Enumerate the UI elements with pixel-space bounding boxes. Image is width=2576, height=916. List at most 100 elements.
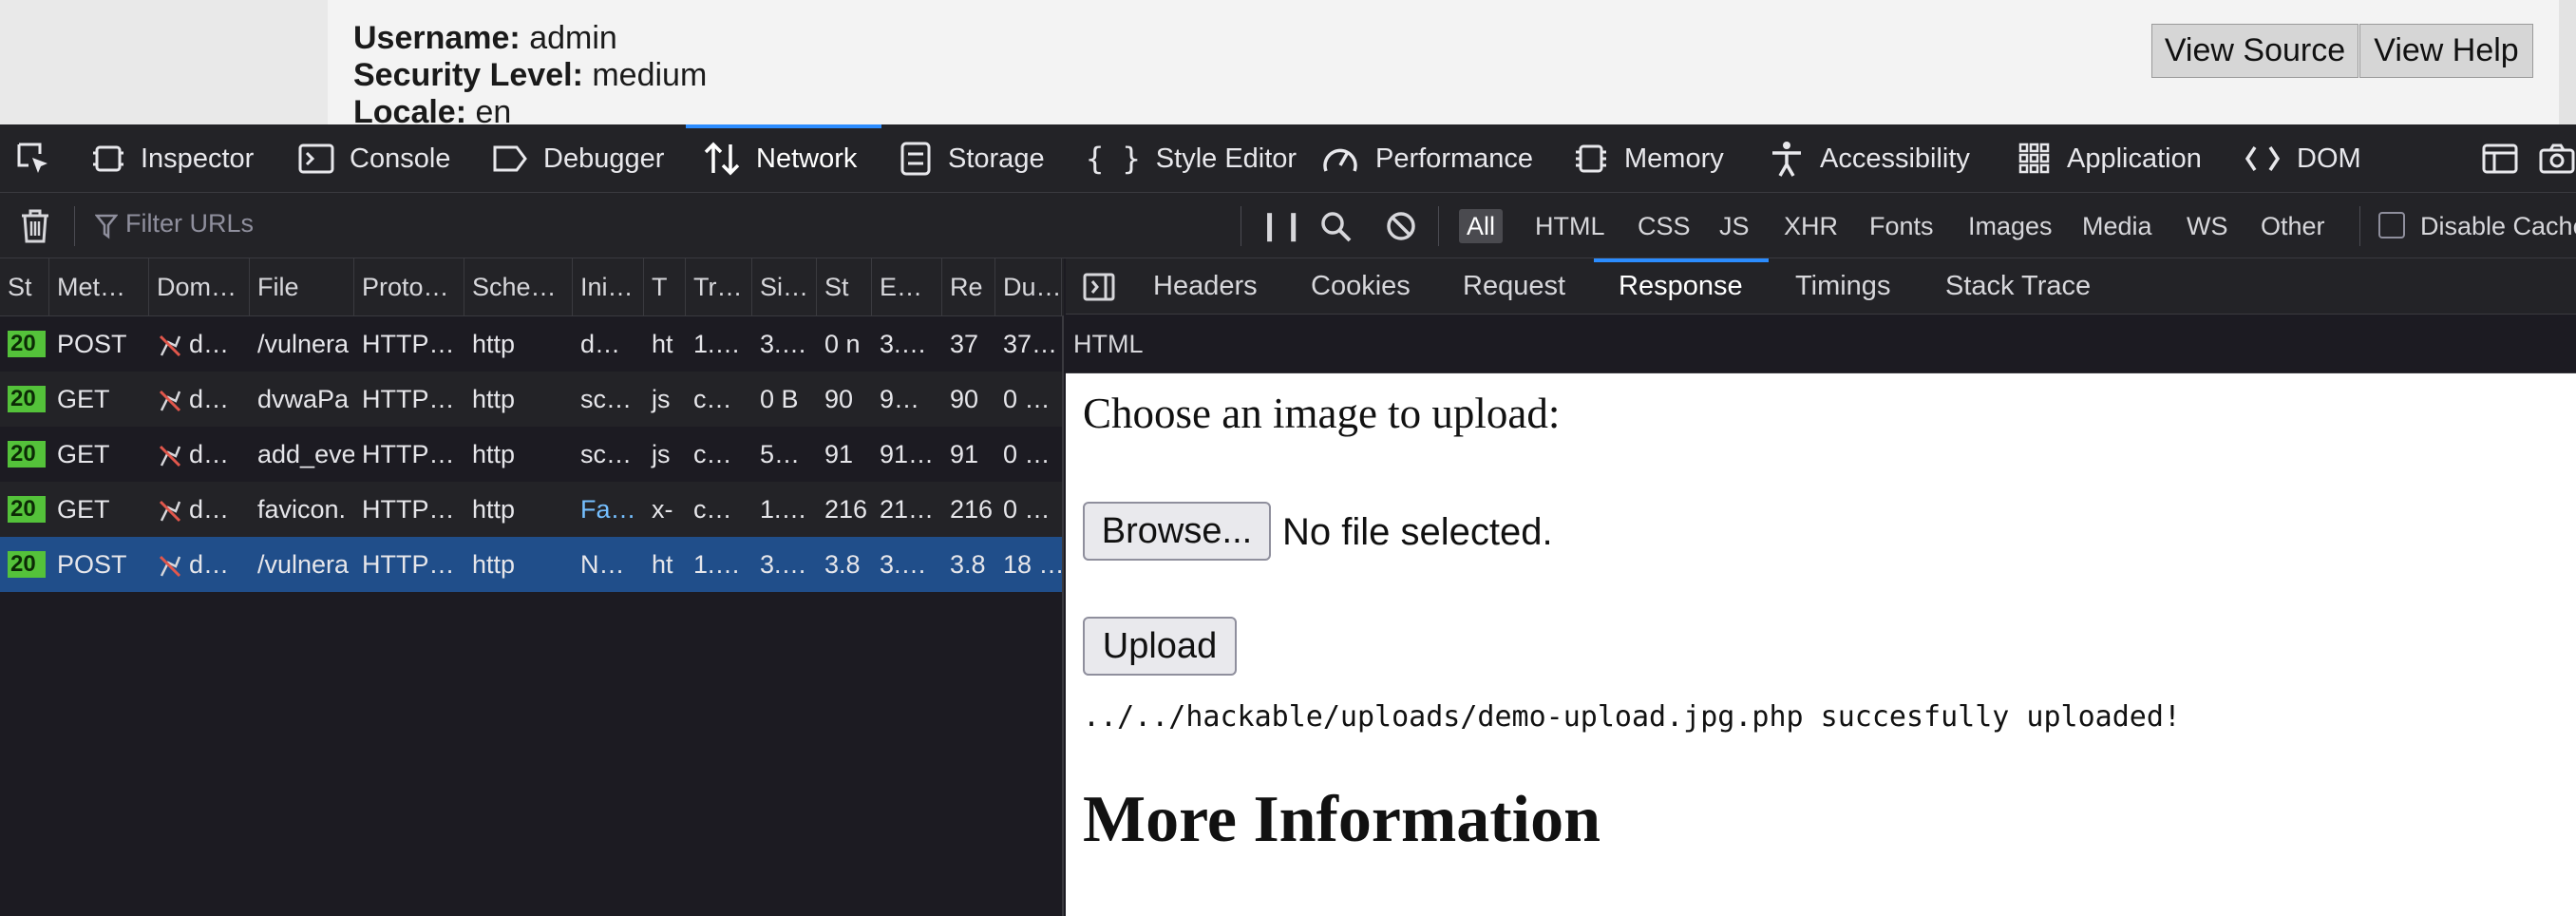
performance-icon [1323,148,1357,172]
storage-icon [900,142,931,176]
view-source-button[interactable]: View Source [2151,24,2358,78]
column-header-duration[interactable]: Du… [995,258,1062,316]
cell-type: ht [652,330,673,358]
tab-accessibility-label: Accessibility [1820,143,1970,174]
column-header-scheme[interactable]: Sche… [464,258,573,316]
column-header-size[interactable]: Si… [752,258,817,316]
filter-type-css[interactable]: CSS [1630,209,1698,243]
cell-response: 3.8 [950,550,986,579]
status-badge: 20 [8,441,46,468]
disable-cache-checkbox[interactable] [2378,212,2405,239]
cell-transferred: 1.… [693,330,741,358]
tracking-protection-icon [159,500,181,522]
camera-icon [2539,143,2575,174]
table-row[interactable]: 20 GET d… add_eve HTTP… http sc… js c… 5… 91 91… 91 0… [0,427,1062,482]
cell-file: add_eve [257,440,354,468]
column-header-transferred[interactable]: Tr… [686,258,752,316]
column-header-response-time[interactable]: Re [942,258,995,316]
username-value: admin [529,20,617,56]
cell-domain: d… [149,482,250,537]
network-tab-underline [686,124,881,128]
tab-debugger[interactable]: Debugger [492,124,664,193]
tab-storage[interactable]: Storage [899,124,1045,193]
dock-layout-button[interactable] [2481,124,2534,193]
cell-duration: 0 … [1003,440,1051,468]
element-picker-button[interactable] [13,124,68,193]
status-badge: 20 [8,331,46,357]
table-row[interactable]: 20 GET d… dvwaPa HTTP… http sc… js c… 0 B 90 9… 90 0 … [0,372,1062,427]
search-button[interactable] [1318,193,1368,258]
cell-end: 9… [880,385,920,413]
clear-requests-button[interactable] [19,193,66,258]
pause-recording-button[interactable]: ❙❙ [1258,193,1305,258]
table-row[interactable]: 20 GET d… favicon. HTTP… http Fa… x-c… 1.… 216 21…… [0,482,1062,537]
column-header-protocol[interactable]: Proto… [354,258,464,316]
block-requests-button[interactable] [1385,193,1432,258]
tab-dom[interactable]: DOM [2244,124,2361,193]
browser-window: Username: admin Security Level: medium L… [0,0,2576,916]
filter-type-fonts[interactable]: Fonts [1862,209,1941,243]
tab-stack-trace[interactable]: Stack Trace [1945,258,2091,315]
column-header-initiator[interactable]: Ini… [573,258,644,316]
tab-network[interactable]: Network [703,124,857,193]
cell-file: /vulnera [257,330,350,358]
cell-method: POST [57,330,127,358]
filter-type-html[interactable]: HTML [1527,209,1613,243]
cell-scheme: http [472,385,516,413]
tab-accessibility[interactable]: Accessibility [1769,124,1970,193]
cell-transferred: c… [693,440,732,468]
tab-inspector[interactable]: Inspector [91,124,254,193]
column-header-type[interactable]: T [644,258,686,316]
browse-button[interactable]: Browse... [1083,502,1271,561]
domain-text: d… [189,330,230,358]
tab-memory-label: Memory [1624,143,1724,174]
tab-timings[interactable]: Timings [1795,258,1890,315]
column-header-method[interactable]: Met… [49,258,149,316]
element-picker-icon [17,143,47,173]
view-help-button[interactable]: View Help [2359,24,2533,78]
domain-text: d… [189,385,230,413]
tab-console[interactable]: Console [298,124,450,193]
tab-memory[interactable]: Memory [1573,124,1724,193]
cell-type: ht [652,550,673,579]
tab-style-editor-label: Style Editor [1155,143,1297,174]
column-header-end-time[interactable]: E… [872,258,942,316]
upload-button[interactable]: Upload [1083,617,1237,676]
tracking-protection-icon [159,390,181,411]
separator [74,206,75,246]
column-header-file[interactable]: File [250,258,354,316]
tab-response[interactable]: Response [1619,258,1743,315]
filter-type-images[interactable]: Images [1960,209,2060,243]
filter-type-other[interactable]: Other [2253,209,2333,243]
cell-method: POST [57,550,127,579]
filter-type-xhr[interactable]: XHR [1776,209,1846,243]
tab-request[interactable]: Request [1463,258,1565,315]
sidebar-toggle-icon [1083,273,1115,300]
tab-style-editor[interactable]: { } Style Editor [1086,124,1297,193]
tab-application[interactable]: Application [2017,124,2202,193]
table-row[interactable]: 20 POST d… /vulnera HTTP… http d… ht 1.… 3.… 0 n 3.… [0,316,1062,372]
cell-size: 5… [760,440,801,468]
column-header-domain[interactable]: Dom… [149,258,250,316]
column-header-start-time[interactable]: St [817,258,872,316]
screenshot-button[interactable] [2538,124,2576,193]
tab-storage-label: Storage [948,143,1045,174]
filter-type-all[interactable]: All [1459,209,1504,243]
trash-icon [22,209,48,242]
page-scrollbar[interactable] [2559,0,2576,124]
tab-headers[interactable]: Headers [1153,258,1258,315]
table-row[interactable]: 20 POST d… /vulnera HTTP… http N… ht 1.… 3.… 3.8 3.… [0,537,1062,592]
cell-response: 90 [950,385,979,413]
filter-urls-input[interactable]: Filter URLs [125,209,254,239]
filter-type-ws[interactable]: WS [2179,209,2236,243]
cell-size: 3.… [760,550,807,579]
tab-debugger-label: Debugger [543,143,665,174]
tab-cookies[interactable]: Cookies [1311,258,1411,315]
cell-method: GET [57,495,110,524]
dom-icon [2245,146,2281,171]
filter-type-js[interactable]: JS [1712,209,1757,243]
column-header-status[interactable]: St [0,258,49,316]
filter-type-media[interactable]: Media [2074,209,2160,243]
toggle-sidebar-button[interactable] [1083,258,1130,315]
tab-performance[interactable]: Performance [1320,124,1533,193]
